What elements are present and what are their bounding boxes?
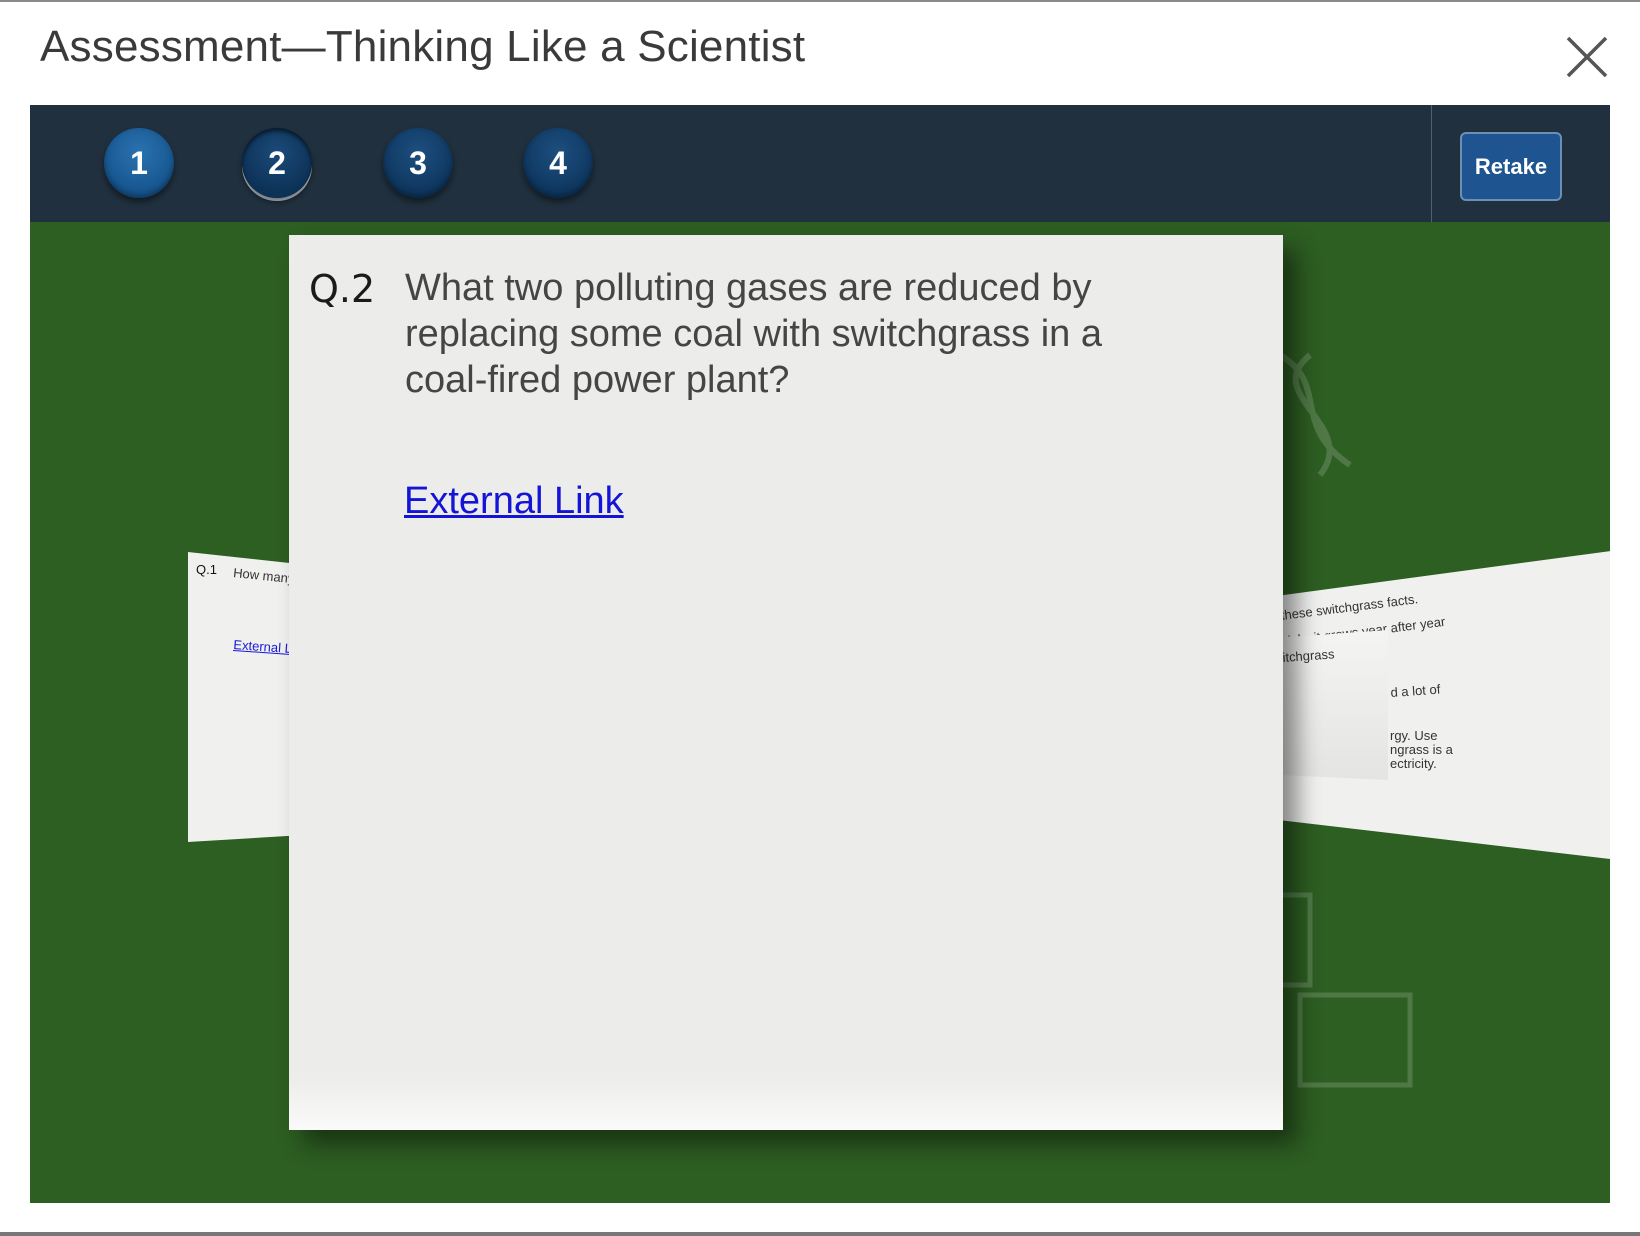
question-4-button[interactable]: 4 <box>523 128 593 198</box>
next-card-line: itchgrass <box>1282 646 1335 665</box>
question-2-button[interactable]: 2 <box>242 128 312 198</box>
next-card-line: ectricity. <box>1390 756 1437 771</box>
assessment-stage: 1 2 3 4 Retake Q.1 How many electricity … <box>30 105 1610 1203</box>
question-1-button[interactable]: 1 <box>104 128 174 198</box>
question-number: Q.2 <box>309 267 376 311</box>
current-question-card: Q.2 What two polluting gases are reduced… <box>289 235 1283 1130</box>
next-card-line: rgy. Use <box>1390 728 1438 743</box>
bottom-border <box>0 1232 1640 1236</box>
next-card-line: d a lot of <box>1390 681 1441 700</box>
question-text: What two polluting gases are reduced by … <box>405 267 1102 401</box>
close-button[interactable] <box>1560 30 1614 84</box>
retake-button[interactable]: Retake <box>1460 132 1562 201</box>
next-card-line: ngrass is a <box>1390 742 1453 757</box>
previous-question-number: Q.1 <box>196 562 217 577</box>
external-link[interactable]: External Link <box>404 480 624 523</box>
next-card-line: these switchgrass facts. <box>1280 591 1419 623</box>
top-border <box>0 0 1640 2</box>
question-navbar: 1 2 3 4 Retake <box>30 105 1610 222</box>
previous-question-link[interactable]: External Li <box>233 637 295 656</box>
next-question-card[interactable]: these switchgrass facts. nial—it grows y… <box>1250 550 1610 860</box>
question-3-button[interactable]: 3 <box>383 128 453 198</box>
close-icon <box>1566 36 1608 78</box>
nav-divider <box>1431 105 1432 222</box>
window-title: Assessment—Thinking Like a Scientist <box>40 22 806 71</box>
chalkboard-icon <box>1267 892 1413 1088</box>
